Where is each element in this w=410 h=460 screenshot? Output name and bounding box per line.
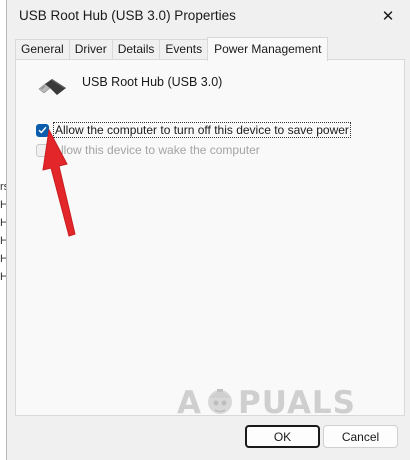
mascot-icon (208, 389, 232, 414)
annotation-arrow-icon (42, 128, 76, 237)
watermark-text-end: PUALS (238, 385, 357, 421)
title-bar[interactable]: USB Root Hub (USB 3.0) Properties ✕ (7, 0, 410, 34)
properties-dialog: USB Root Hub (USB 3.0) Properties ✕ Gene… (6, 0, 410, 460)
watermark-text-start: A (177, 385, 202, 421)
close-button[interactable]: ✕ (371, 2, 405, 30)
device-name: USB Root Hub (USB 3.0) (82, 75, 223, 89)
tab-events[interactable]: Events (159, 39, 209, 60)
tab-bar: General Driver Details Events Power Mana… (15, 37, 329, 61)
tab-general[interactable]: General (15, 39, 70, 60)
usb-connector-icon (38, 79, 66, 95)
tab-power-management[interactable]: Power Management (207, 37, 329, 61)
appuals-watermark: A PUALS (177, 385, 356, 421)
tab-details[interactable]: Details (111, 39, 161, 60)
allow-power-off-label: Allow the computer to turn off this devi… (53, 122, 351, 138)
cancel-button[interactable]: Cancel (323, 425, 398, 448)
close-icon: ✕ (381, 8, 395, 25)
window-title: USB Root Hub (USB 3.0) Properties (19, 8, 236, 23)
ok-button[interactable]: OK (245, 425, 320, 448)
tab-driver[interactable]: Driver (68, 39, 113, 60)
